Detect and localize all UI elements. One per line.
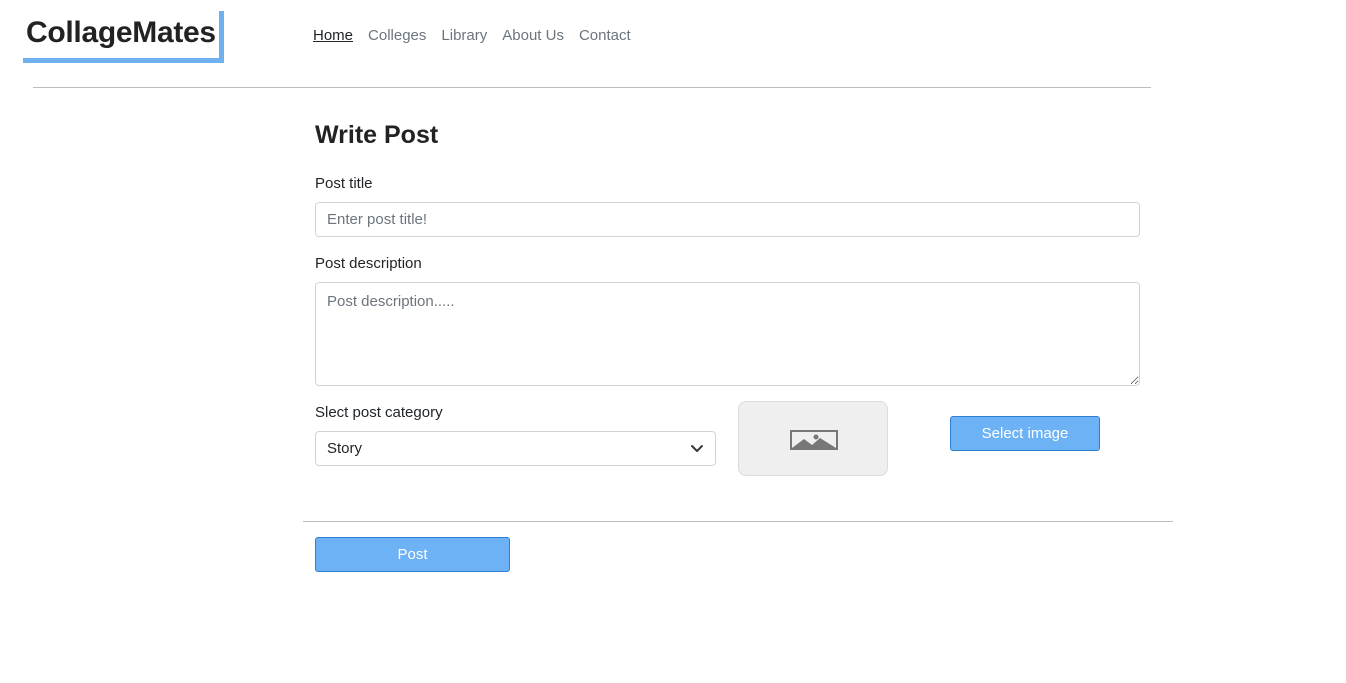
post-description-label: Post description [315,255,422,272]
page-title: Write Post [315,121,439,149]
nav-colleges[interactable]: Colleges [368,26,426,46]
image-icon [790,430,838,450]
nav-contact[interactable]: Contact [579,26,631,46]
logo[interactable]: CollageMates [23,11,224,63]
image-preview [738,401,888,476]
page: CollageMates Home Colleges Library About… [0,0,1346,683]
select-image-button[interactable]: Select image [950,416,1100,451]
post-button[interactable]: Post [315,537,510,572]
post-description-textarea[interactable] [315,282,1140,386]
form-divider [303,521,1173,522]
nav-library[interactable]: Library [441,26,487,46]
chevron-down-icon [691,445,703,452]
category-label: Slect post category [315,404,443,421]
category-selected-value: Story [327,440,363,457]
post-title-input[interactable] [315,202,1140,237]
main-nav: Home Colleges Library About Us Contact [313,26,631,46]
header-divider [33,87,1151,88]
post-title-label: Post title [315,175,373,192]
category-select[interactable]: Story [315,431,716,466]
nav-about-us[interactable]: About Us [502,26,564,46]
nav-home[interactable]: Home [313,26,353,46]
